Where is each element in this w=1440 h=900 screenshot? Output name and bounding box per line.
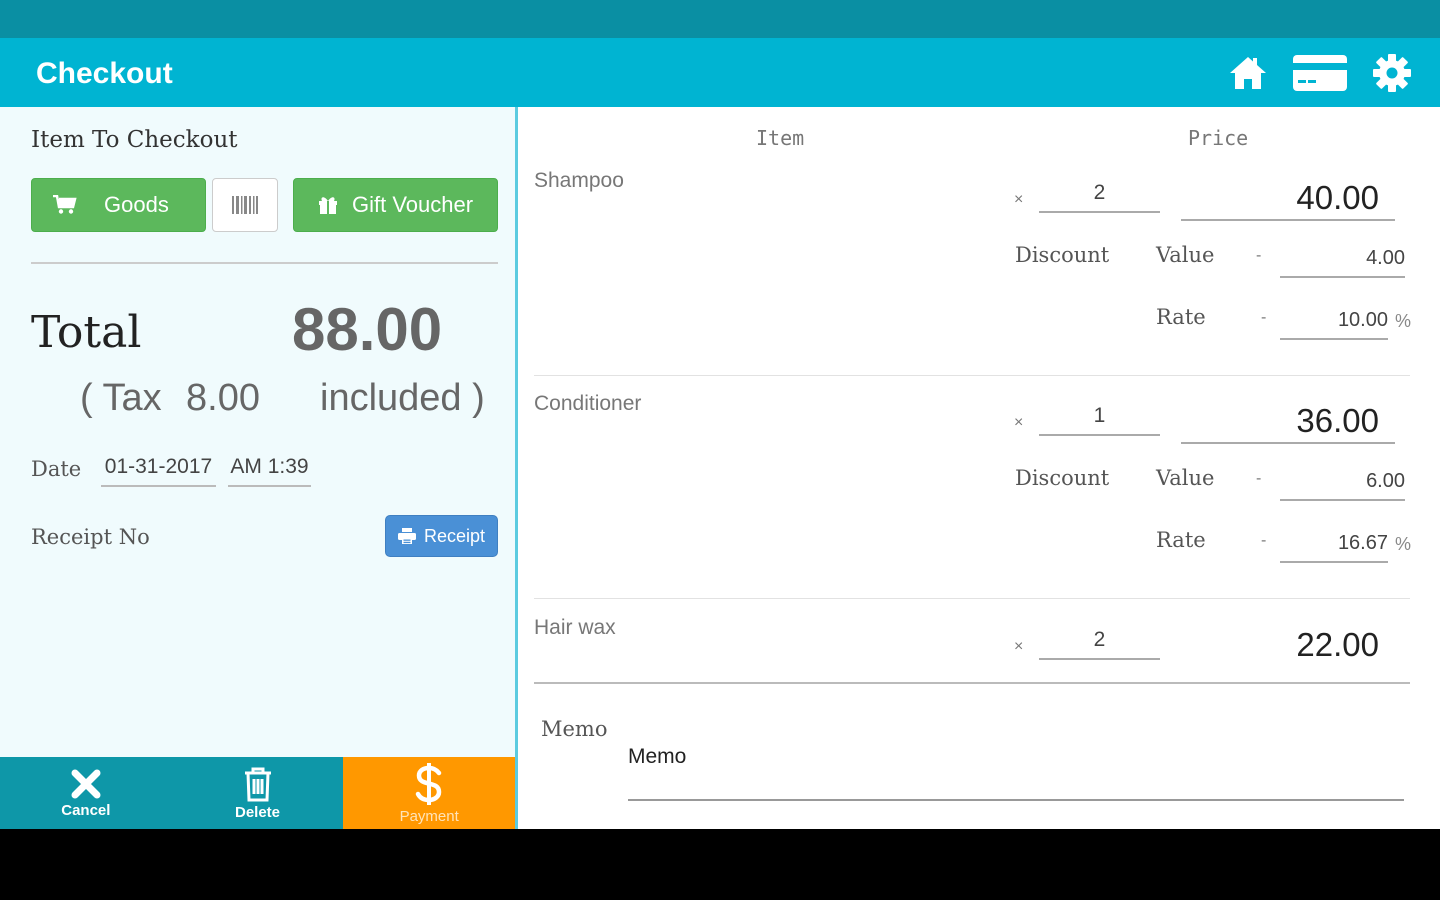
goods-label: Goods bbox=[104, 192, 169, 217]
time-field[interactable]: AM 1:39 bbox=[228, 455, 311, 487]
rate-label: Rate bbox=[1156, 528, 1206, 552]
payment-button[interactable]: Payment bbox=[343, 757, 516, 829]
delete-button[interactable]: Delete bbox=[171, 757, 344, 829]
discount-rate-field[interactable]: 10.00 bbox=[1280, 309, 1388, 340]
price-field[interactable]: 36.00 bbox=[1181, 402, 1395, 444]
page-title: Checkout bbox=[36, 57, 173, 90]
tax-prefix: ( Tax bbox=[80, 377, 162, 419]
trash-icon bbox=[244, 767, 271, 801]
column-header-item: Item bbox=[756, 126, 805, 150]
system-nav-bar bbox=[0, 829, 1440, 900]
percent-symbol: % bbox=[1395, 311, 1412, 331]
value-label: Value bbox=[1156, 243, 1215, 267]
minus-symbol: - bbox=[1261, 532, 1267, 549]
home-icon bbox=[1230, 57, 1266, 89]
total-value: 88.00 bbox=[292, 296, 443, 363]
tax-value: 8.00 bbox=[186, 377, 260, 419]
memo-input[interactable] bbox=[628, 715, 1404, 801]
credit-card-icon bbox=[1293, 55, 1347, 91]
cart-items-panel: Item Price Shampoo × 2 40.00 Discount Va… bbox=[518, 107, 1440, 829]
quantity-field[interactable]: 1 bbox=[1039, 404, 1160, 436]
goods-button[interactable]: Goods bbox=[31, 178, 206, 232]
discount-label: Discount bbox=[1015, 466, 1110, 490]
discount-label: Discount bbox=[1015, 243, 1110, 267]
times-symbol: × bbox=[1014, 414, 1024, 431]
discount-rate-field[interactable]: 16.67 bbox=[1280, 532, 1388, 563]
quantity-field[interactable]: 2 bbox=[1039, 628, 1160, 660]
minus-symbol: - bbox=[1261, 309, 1267, 326]
cancel-label: Cancel bbox=[61, 801, 111, 819]
barcode-icon bbox=[232, 196, 258, 214]
minus-symbol: - bbox=[1256, 247, 1262, 264]
total-label: Total bbox=[31, 307, 142, 358]
settings-button[interactable] bbox=[1368, 50, 1416, 96]
divider bbox=[31, 262, 498, 264]
status-bar bbox=[0, 0, 1440, 38]
row-divider bbox=[534, 682, 1410, 684]
gear-icon bbox=[1373, 54, 1411, 92]
section-title: Item To Checkout bbox=[31, 127, 238, 153]
item-name: Shampoo bbox=[534, 169, 624, 192]
date-field[interactable]: 01-31-2017 bbox=[101, 455, 216, 487]
card-button[interactable] bbox=[1290, 50, 1350, 96]
price-field[interactable]: 22.00 bbox=[1181, 626, 1395, 666]
payment-label: Payment bbox=[399, 807, 459, 825]
action-bar: Cancel Delete Payment bbox=[0, 757, 516, 829]
receipt-button-label: Receipt bbox=[423, 525, 486, 546]
receipt-no-label: Receipt No bbox=[31, 525, 150, 549]
home-button[interactable] bbox=[1224, 50, 1272, 96]
price-field[interactable]: 40.00 bbox=[1181, 179, 1395, 221]
column-header-price: Price bbox=[1188, 126, 1249, 150]
percent-symbol: % bbox=[1395, 534, 1412, 554]
receipt-button[interactable]: Receipt bbox=[385, 515, 498, 557]
cancel-button[interactable]: Cancel bbox=[0, 757, 172, 829]
checkout-summary-panel: Item To Checkout Goods Gift Voucher Tota… bbox=[0, 107, 515, 757]
date-label: Date bbox=[31, 457, 82, 481]
item-name: Conditioner bbox=[534, 392, 642, 415]
app-bar: Checkout bbox=[0, 38, 1440, 107]
rate-label: Rate bbox=[1156, 305, 1206, 329]
value-label: Value bbox=[1156, 466, 1215, 490]
barcode-scan-button[interactable] bbox=[212, 178, 278, 232]
item-name: Hair wax bbox=[534, 616, 616, 639]
times-symbol: × bbox=[1014, 191, 1024, 208]
minus-symbol: - bbox=[1256, 470, 1262, 487]
close-icon bbox=[71, 769, 101, 798]
row-divider bbox=[534, 375, 1410, 376]
dollar-icon bbox=[415, 762, 442, 805]
printer-icon bbox=[397, 528, 416, 544]
memo-label: Memo bbox=[541, 717, 608, 741]
tax-suffix: included ) bbox=[320, 377, 485, 419]
quantity-field[interactable]: 2 bbox=[1039, 181, 1160, 213]
discount-value-field[interactable]: 6.00 bbox=[1280, 470, 1405, 501]
gift-voucher-button[interactable]: Gift Voucher bbox=[293, 178, 498, 232]
times-symbol: × bbox=[1014, 638, 1024, 655]
cart-icon bbox=[53, 195, 77, 214]
gift-voucher-label: Gift Voucher bbox=[352, 192, 474, 217]
delete-label: Delete bbox=[234, 803, 281, 821]
discount-value-field[interactable]: 4.00 bbox=[1280, 247, 1405, 278]
row-divider bbox=[534, 598, 1410, 599]
gift-icon bbox=[319, 197, 337, 214]
